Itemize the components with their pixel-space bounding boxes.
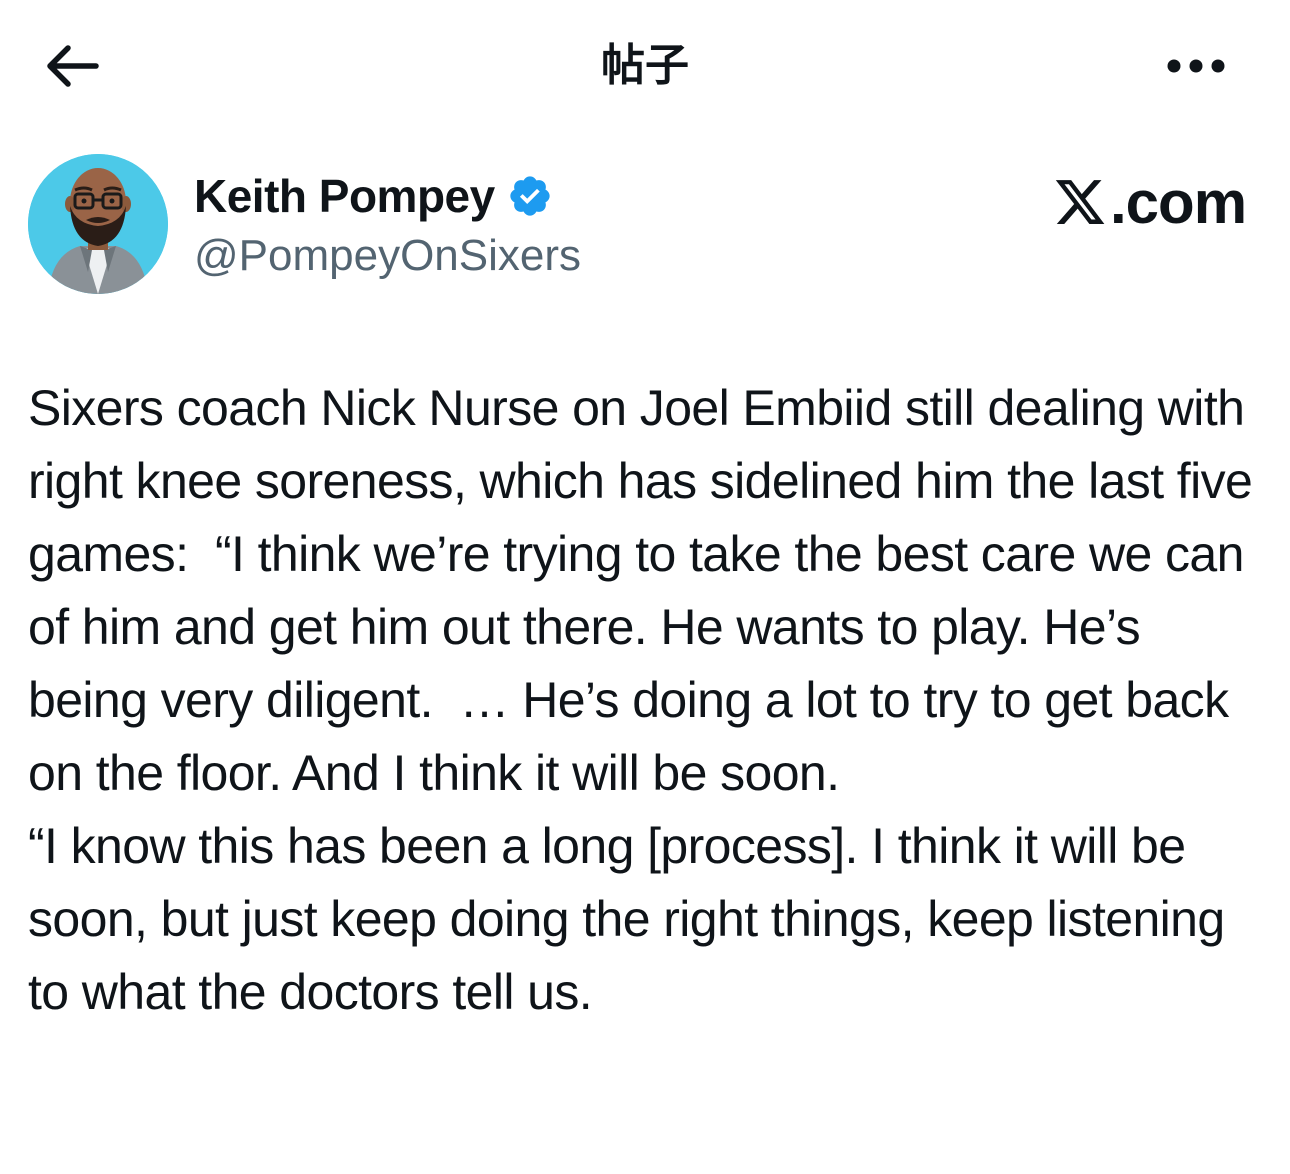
x-logo-icon	[1055, 180, 1105, 224]
avatar[interactable]	[28, 154, 168, 294]
more-options-button[interactable]	[1156, 36, 1236, 96]
avatar-image	[28, 154, 168, 294]
top-bar: 帖子	[0, 0, 1290, 134]
author-handle[interactable]: @PompeyOnSixers	[194, 228, 581, 284]
author-name[interactable]: Keith Pompey	[194, 169, 495, 223]
post-text: Sixers coach Nick Nurse on Joel Embiid s…	[28, 372, 1268, 1029]
post-paragraph: “I know this has been a long [process]. …	[28, 818, 1238, 1020]
site-label: .com	[1110, 168, 1247, 236]
x-com-badge: .com	[1052, 168, 1247, 236]
verified-badge-icon	[510, 176, 550, 216]
page-title: 帖子	[601, 40, 689, 91]
author-name-row[interactable]: Keith Pompey	[194, 168, 553, 224]
post-paragraph: Sixers coach Nick Nurse on Joel Embiid s…	[28, 380, 1266, 801]
ellipsis-horizontal-icon	[1167, 59, 1225, 73]
